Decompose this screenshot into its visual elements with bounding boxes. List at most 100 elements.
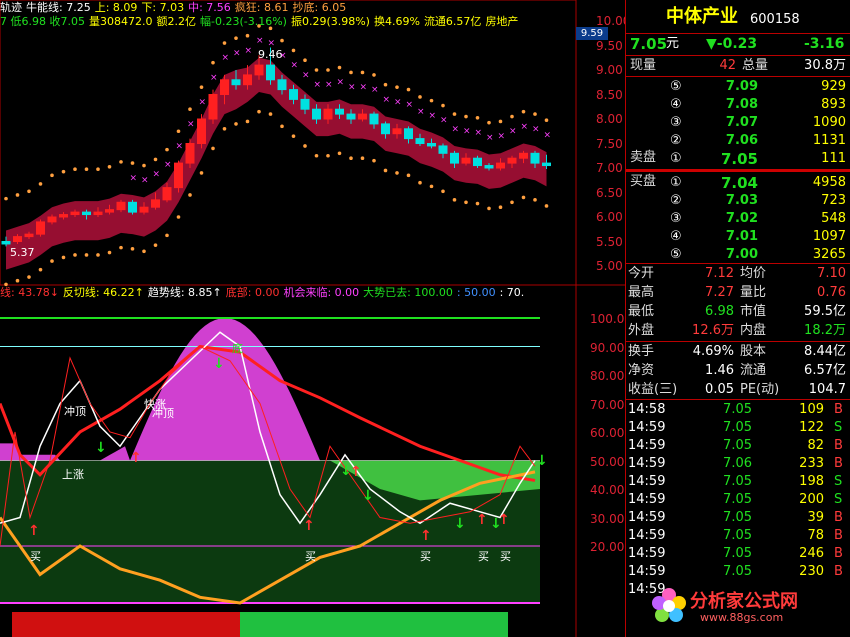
stat-label: 内盘	[740, 323, 767, 338]
tick-side: S	[834, 420, 843, 435]
indicator_bar-4: 机会来临: 0.00	[283, 286, 360, 299]
vol-value: 42	[719, 58, 736, 73]
lower-band-dot	[153, 243, 158, 247]
stat-row: 最低 6.98 市值 59.5亿	[626, 303, 850, 321]
buy-row: ④ 7.01 1097	[626, 228, 850, 246]
label-mai: 买	[500, 550, 511, 563]
upper-band-dot	[291, 48, 296, 53]
top_bar.line1-5: 疯狂: 8.61	[234, 1, 289, 14]
oscillator-legend: 线: 43.78↓ 反切线: 46.22↑ 趋势线: 8.85↑ 底部: 0.00 机会…	[0, 285, 528, 301]
tick-time: 14:59	[628, 492, 666, 507]
volume-row: 现量 42 总量 30.8万	[626, 57, 850, 75]
upper-band-dot	[142, 163, 146, 168]
mid-x-mark: ×	[394, 97, 402, 107]
top_bar.line2-4: 振0.29(3.98%)	[290, 15, 370, 28]
upper-band-dot	[498, 119, 503, 124]
signal-arrow-icon: ↑	[130, 450, 142, 466]
label-di: 底	[232, 341, 243, 355]
sell-label: 卖盘	[630, 150, 657, 165]
tick-side: S	[834, 474, 843, 489]
stat-label: 外盘	[628, 323, 655, 338]
mid-x-mark: ×	[153, 170, 161, 180]
candle-body	[473, 157, 482, 167]
lower-band-dot	[452, 198, 457, 202]
quote-panel: 中体产业 600158 7.05 元 ▼-0.23 -3.16 现量 42 总量…	[625, 0, 850, 637]
lower-band-dot	[142, 249, 146, 254]
watermark-text: 分析家公式网	[690, 591, 798, 612]
fund-row: 换手 4.69% 股本 8.44亿	[626, 343, 850, 361]
upper-band-dot	[464, 114, 468, 119]
tick-side: B	[834, 402, 843, 417]
tick-volume: 230	[799, 564, 824, 579]
stock-code: 600158	[750, 12, 800, 27]
top_bar.line2-0: 7 低6.98 收7.05	[0, 15, 85, 28]
mid-x-mark: ×	[245, 46, 253, 56]
buy-row: ⑤ 7.00 3265	[626, 246, 850, 264]
fund-label: 流通	[740, 363, 767, 378]
buy-volume: 3265	[812, 247, 846, 262]
lower-band-dot	[349, 156, 353, 160]
mid-x-mark: ×	[509, 127, 517, 137]
mid-x-mark: ×	[187, 119, 195, 129]
mid-x-mark: ×	[532, 124, 540, 134]
top_bar.line2-3: 幅-0.23(-3.16%)	[199, 15, 287, 28]
lower-band-dot	[119, 245, 123, 250]
tick-volume: 246	[799, 546, 824, 561]
tick-time: 14:59	[628, 420, 666, 435]
lower-band-dot	[429, 184, 434, 189]
fund-row: 收益(三) 0.05 PE(动) 104.7	[626, 381, 850, 399]
upper-band-dot	[107, 164, 112, 169]
sell-volume: 929	[821, 79, 846, 94]
tick-side: S	[834, 492, 843, 507]
chart-area[interactable]: × × × × × × × × × × × × × × × × × × × × × × × × × × × × × × × × × × × × × 9.4…	[0, 0, 630, 637]
sell-level: ②	[670, 133, 682, 148]
signal-arrow-icon: ↑	[476, 512, 488, 528]
upper-band-dot	[303, 58, 307, 62]
stat-label: 今开	[628, 266, 655, 281]
indicator_bar-1: 反切线: 46.22↑	[62, 286, 144, 299]
buy-level: ①	[670, 175, 682, 190]
mid-x-mark: ×	[314, 80, 322, 90]
tick-row: 14:59 7.05 200 S	[626, 491, 850, 509]
candle-body	[47, 216, 57, 223]
stat-value: 59.5亿	[804, 304, 846, 319]
sell-level: ④	[670, 97, 682, 112]
upper-band-dot	[475, 115, 480, 120]
stat-row: 外盘 12.6万 内盘 18.2万	[626, 322, 850, 340]
stat-value: 7.12	[705, 266, 734, 281]
candle-body	[82, 211, 91, 216]
label-mai: 买	[30, 550, 41, 563]
fund-value: 4.69%	[692, 344, 734, 359]
sell-volume: 1090	[812, 115, 846, 130]
tick-row: 14:59 7.05 198 S	[626, 473, 850, 491]
tick-time: 14:59	[628, 528, 666, 543]
upper-band-dot	[521, 109, 526, 114]
mid-x-mark: ×	[176, 141, 184, 151]
signal-arrow-icon: ↓	[362, 488, 374, 504]
mid-x-mark: ×	[406, 100, 414, 110]
sell-volume: 1131	[812, 133, 846, 148]
price-unit: 元	[666, 36, 680, 51]
candle-body	[13, 236, 22, 243]
mid-x-mark: ×	[337, 78, 345, 88]
buy-price: 7.00	[725, 247, 758, 262]
last-price: 7.05	[630, 35, 668, 53]
top_bar.line2-1: 量308472.0	[88, 15, 153, 28]
lower-band-dot	[360, 156, 365, 160]
fund-label: 收益(三)	[628, 382, 678, 397]
mid-x-mark: ×	[521, 122, 529, 132]
tick-price: 7.05	[723, 420, 752, 435]
kline-chart-svg[interactable]: × ×××××××× × ×× ××××× × × × × ×× × ×× × ×× × × × × × × ××9.4…	[0, 0, 625, 637]
mid-x-mark: ×	[486, 133, 494, 143]
sell-row: ② 7.06 1131	[626, 132, 850, 150]
lower-band-dot	[211, 146, 215, 151]
candle-body	[24, 233, 34, 238]
mid-x-mark: ×	[291, 61, 299, 71]
stat-value: 7.10	[817, 266, 846, 281]
indicator_bar-3: 底部: 0.00	[225, 286, 280, 299]
tick-row: 14:59 7.05 82 B	[626, 437, 850, 455]
lower-band-dot	[73, 253, 77, 257]
candle-body	[116, 201, 126, 211]
mid-x-mark: ×	[268, 39, 276, 49]
candle-body	[197, 118, 206, 144]
